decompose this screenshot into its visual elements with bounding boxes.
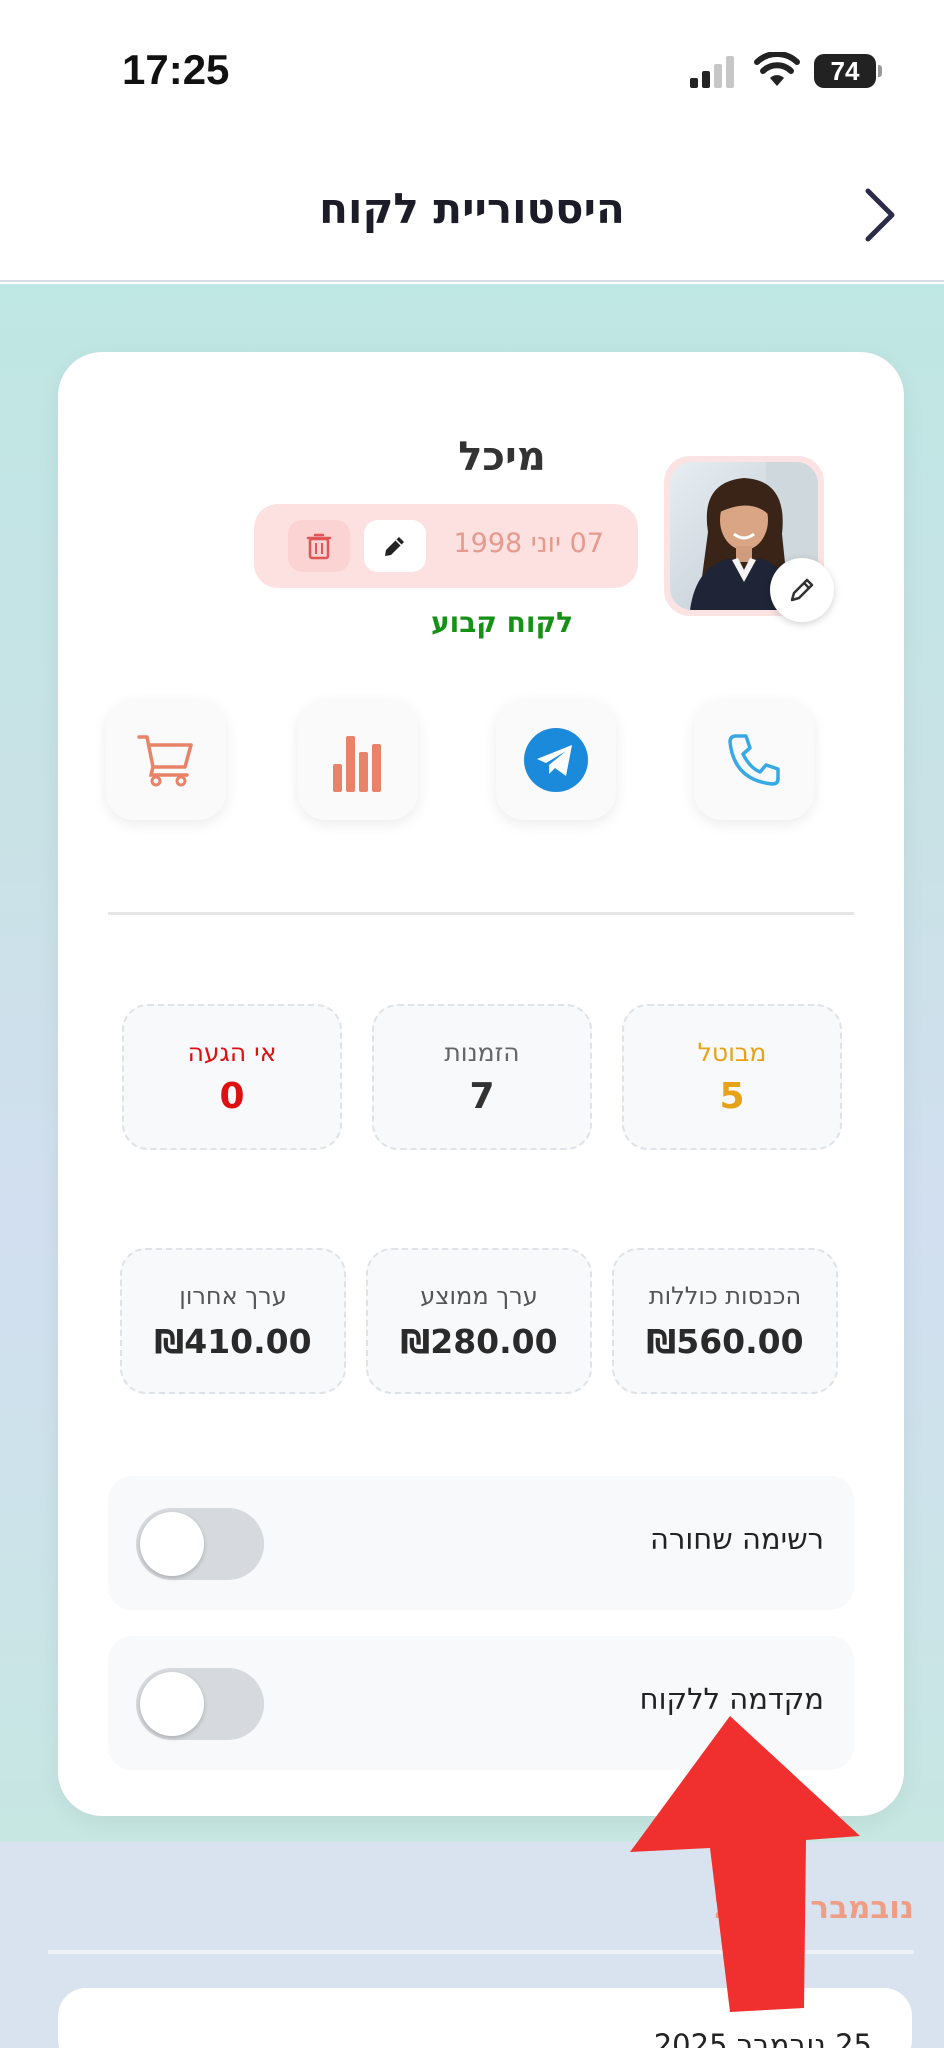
average-value: ערך ממוצע ₪280.00 [366,1248,592,1394]
telegram-button[interactable] [496,700,616,820]
pencil-icon [385,537,404,556]
pencil-icon [790,578,814,602]
annotation-arrow-icon [630,1716,860,2012]
chevron-right-icon [865,188,895,242]
stat-label: אי הגעה [187,1038,277,1067]
setting-label: מקדמה ללקוח [639,1682,824,1716]
back-button[interactable] [850,180,910,250]
stat-no-show: אי הגעה 0 [122,1004,342,1150]
customer-name: מיכל [458,434,546,480]
birth-date: 07 יוני 1998 [453,528,605,559]
money-label: ערך ממוצע [420,1282,538,1310]
customer-status: לקוח קבוע [430,606,574,639]
stat-label: הזמנות [444,1038,520,1067]
bar-chart-icon [333,736,381,792]
trash-icon [306,533,332,560]
money-label: ערך אחרון [179,1282,287,1310]
money-value: ₪560.00 [646,1322,804,1361]
stat-cancelled: מבוטל 5 [622,1004,842,1150]
stat-label: מבוטל [697,1038,767,1067]
statistics-button[interactable] [298,700,418,820]
deposit-toggle[interactable] [136,1668,264,1740]
wifi-icon [754,52,800,86]
purchases-button[interactable] [106,700,226,820]
cellular-signal-icon [690,56,734,88]
money-value: ₪410.00 [154,1322,312,1361]
customer-card: מיכל 07 יוני 1998 לקוח קבוע מבוטל 5 הזמנ… [58,352,904,1816]
delete-birth-date-button[interactable] [288,520,350,572]
stat-orders: הזמנות 7 [372,1004,592,1150]
cart-icon [137,735,193,787]
setting-label: רשימה שחורה [650,1522,824,1556]
total-revenue: הכנסות כוללות ₪560.00 [612,1248,838,1394]
section-divider [108,912,854,915]
phone-icon [728,734,780,786]
telegram-icon [524,728,588,792]
edit-birth-date-button[interactable] [364,520,426,572]
battery-icon: 74 [814,54,882,88]
birth-date-pill: 07 יוני 1998 [254,504,638,588]
last-value: ערך אחרון ₪410.00 [120,1248,346,1394]
toggle-knob [140,1512,204,1576]
money-label: הכנסות כוללות [648,1282,802,1310]
page-header: היסטוריית לקוח [0,140,944,282]
status-bar: 17:25 74 [0,0,944,140]
call-button[interactable] [694,700,814,820]
battery-level: 74 [814,54,876,88]
blacklist-toggle[interactable] [136,1508,264,1580]
stat-value: 0 [219,1076,245,1117]
stat-value: 7 [469,1076,495,1117]
money-value: ₪280.00 [400,1322,558,1361]
edit-photo-button[interactable] [770,558,834,622]
stat-value: 5 [719,1076,745,1117]
history-entry-date: 25 נובמבר 2025 [653,2028,872,2048]
toggle-knob [140,1672,204,1736]
page-title: היסטוריית לקוח [319,184,625,233]
status-time: 17:25 [122,46,230,93]
blacklist-row: רשימה שחורה [108,1476,854,1610]
